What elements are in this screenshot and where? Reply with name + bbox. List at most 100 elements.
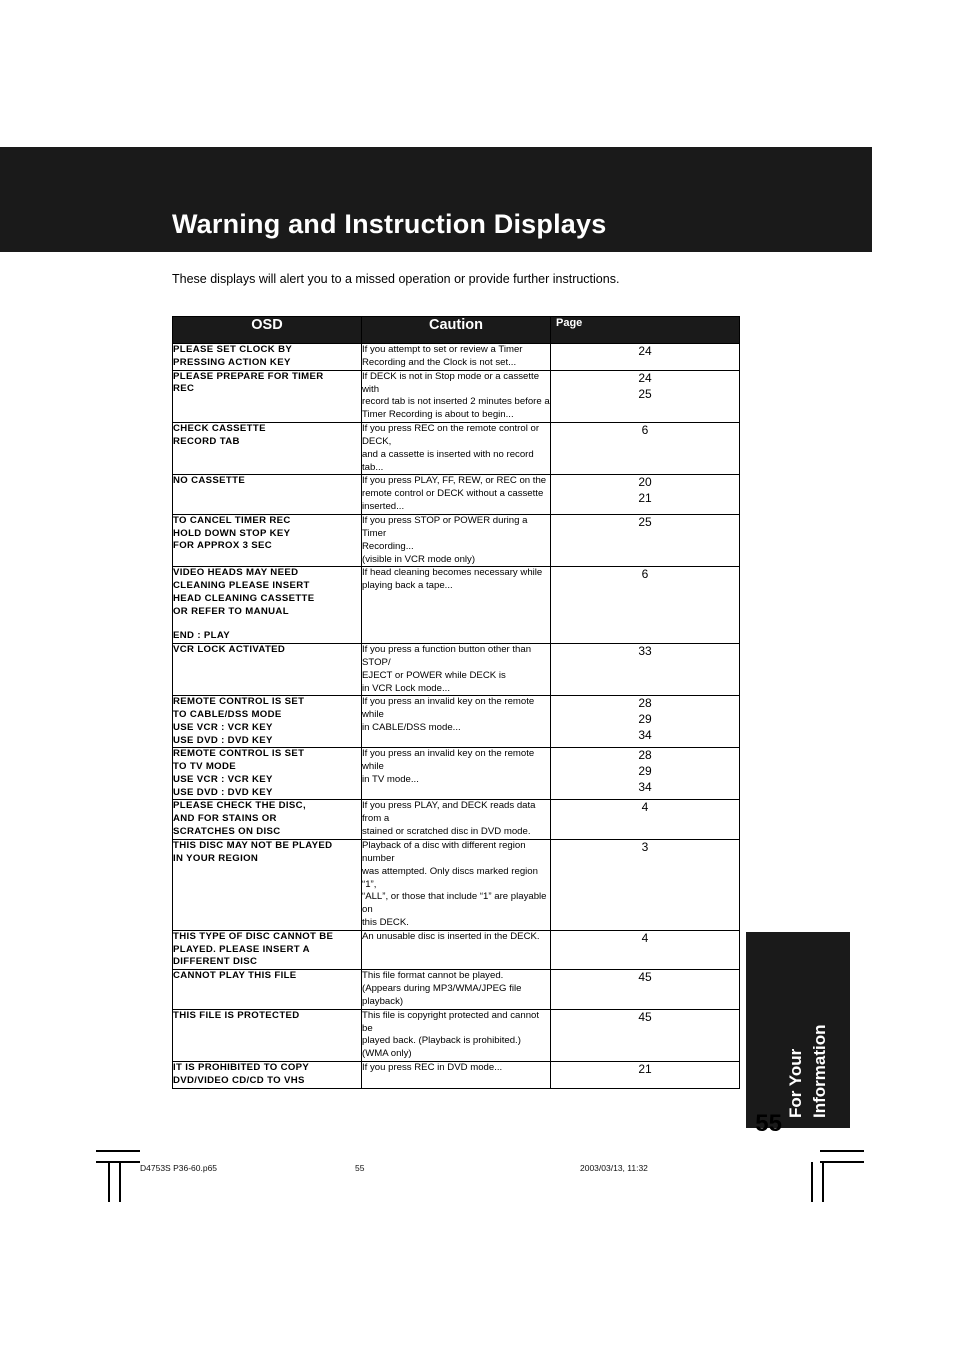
caution-line: If you press REC in DVD mode... <box>362 1062 503 1074</box>
page-reference-line: 29 <box>638 764 652 779</box>
caution-line: and a cassette is inserted with no recor… <box>362 448 534 473</box>
page-reference-line: 25 <box>638 514 652 529</box>
osd-message-line: REC <box>173 383 195 395</box>
page-reference-line: 24 <box>638 370 652 385</box>
osd-message-cell: PLEASE CHECK THE DISC, AND FOR STAINS OR S… <box>172 799 362 840</box>
table-row: PLEASE CHECK THE DISC, AND FOR STAINS OR S… <box>172 799 740 840</box>
page-reference-cell: 6 <box>550 422 740 476</box>
caution-line: If you press a function button other tha… <box>362 644 532 668</box>
osd-message-extra-line: END : PLAY <box>173 630 230 642</box>
side-tab-line-1: For Your <box>786 1048 805 1118</box>
caution-description-cell: If you press an invalid key on the remot… <box>361 747 551 801</box>
page-reference-line: 28 <box>638 748 652 763</box>
page-reference-cell: 20 21 <box>550 474 740 515</box>
osd-message-line: REMOTE CONTROL IS SET <box>173 696 305 708</box>
osd-message-line: HOLD DOWN STOP KEY <box>173 527 291 539</box>
caution-description-cell: If you press PLAY, and DECK reads data f… <box>361 799 551 840</box>
caution-line: (WMA only) <box>362 1048 412 1060</box>
column-header-osd: OSD <box>172 316 362 344</box>
caution-line: If you press an invalid key on the remot… <box>362 696 535 721</box>
crop-mark-bottom-left-horizontal-2 <box>96 1161 140 1163</box>
crop-mark-bottom-right-horizontal-2 <box>820 1161 864 1163</box>
caution-line: (visible in VCR mode only) <box>362 553 476 565</box>
osd-message-line: USE VCR : VCR KEY <box>173 773 273 785</box>
crop-mark-bottom-right-vertical-2 <box>822 1162 824 1202</box>
osd-message-line: OR REFER TO MANUAL <box>173 605 289 617</box>
osd-message-cell: NO CASSETTE <box>172 474 362 515</box>
caution-line: If you attempt to set or review a Timer <box>362 344 523 355</box>
crop-mark-bottom-left-vertical <box>108 1162 110 1202</box>
table-row: CHECK CASSETTE RECORD TAB If you press REC… <box>172 422 740 476</box>
caution-line: in TV mode... <box>362 774 419 786</box>
page-reference-cell: 33 <box>550 643 740 697</box>
caution-line: If you press STOP or POWER during a Time… <box>362 514 528 539</box>
caution-line: This file format cannot be played. <box>362 970 504 982</box>
caution-line: this DECK. <box>362 917 409 929</box>
caution-line: played back. (Playback is prohibited.) <box>362 1035 521 1047</box>
section-side-tab: For Your Information <box>746 932 850 1128</box>
osd-table-container: OSD Caution Page PLEASE SET CLOCK BY PRES… <box>172 316 740 1089</box>
caution-line: If you press PLAY, FF, REW, or REC on th… <box>362 475 547 487</box>
osd-message-line: FOR APPROX 3 SEC <box>173 540 273 552</box>
column-header-caution: Caution <box>361 316 551 344</box>
osd-message-line: PLEASE SET CLOCK BY <box>173 344 293 355</box>
osd-message-line: DIFFERENT DISC <box>173 956 258 968</box>
page-reference-line: 21 <box>638 491 652 506</box>
table-row: REMOTE CONTROL IS SET TO TV MODE USE VCR :… <box>172 747 740 801</box>
table-row: CANNOT PLAY THIS FILE This file format ca… <box>172 969 740 1010</box>
page-reference-cell: 45 <box>550 1008 740 1063</box>
caution-line: Playback of a disc with different region… <box>362 840 526 864</box>
table-row: THIS FILE IS PROTECTED This file is copyr… <box>172 1008 740 1063</box>
table-row: IT IS PROHIBITED TO COPY DVD/VIDEO CD/CD … <box>172 1061 740 1089</box>
caution-description-cell: If you press an invalid key on the remot… <box>361 695 551 749</box>
osd-message-cell: PLEASE SET CLOCK BY PRESSING ACTION KEY <box>172 343 362 371</box>
osd-message-cell: PLEASE PREPARE FOR TIMER REC <box>172 369 362 424</box>
page-reference-line: 4 <box>641 800 649 815</box>
osd-message-line: RECORD TAB <box>173 435 240 447</box>
table-row: NO CASSETTE If you press PLAY, FF, REW, o… <box>172 474 740 515</box>
caution-line: in VCR Lock mode... <box>362 682 450 694</box>
table-header-row: OSD Caution Page <box>172 316 740 344</box>
caution-line: remote control or DECK without a cassett… <box>362 488 544 500</box>
osd-message-line: USE DVD : DVD KEY <box>173 734 273 746</box>
osd-message-line: DVD/VIDEO CD/CD TO VHS <box>173 1074 305 1086</box>
table-row: VIDEO HEADS MAY NEED CLEANING PLEASE INSE… <box>172 566 740 645</box>
osd-message-cell: VIDEO HEADS MAY NEED CLEANING PLEASE INSE… <box>172 566 362 645</box>
crop-mark-bottom-left-vertical-2 <box>119 1162 121 1202</box>
osd-message-cell: IT IS PROHIBITED TO COPY DVD/VIDEO CD/CD … <box>172 1061 362 1089</box>
page-reference-cell: 3 <box>550 839 740 931</box>
page-title: Warning and Instruction Displays <box>172 209 607 239</box>
page-reference-line: 33 <box>638 644 652 659</box>
osd-message-line: PLAYED. PLEASE INSERT A <box>173 943 310 955</box>
caution-description-cell: If DECK is not in Stop mode or a cassett… <box>361 369 551 424</box>
osd-message-line: THIS FILE IS PROTECTED <box>173 1009 300 1021</box>
caution-line: Recording... <box>362 540 414 552</box>
caution-line: record tab is not inserted 2 minutes bef… <box>362 396 550 408</box>
osd-message-line: TO TV MODE <box>173 761 237 773</box>
osd-message-line: PLEASE CHECK THE DISC, <box>173 800 306 812</box>
page-reference-cell: 4 <box>550 799 740 840</box>
caution-line: If DECK is not in Stop mode or a cassett… <box>362 370 540 395</box>
page-reference-cell: 24 <box>550 343 740 371</box>
page-reference-cell: 45 <box>550 969 740 1010</box>
osd-message-line: PRESSING ACTION KEY <box>173 356 291 368</box>
caution-line: If you press REC on the remote control o… <box>362 423 540 447</box>
page-reference-line: 45 <box>638 970 652 985</box>
caution-description-cell: If you press PLAY, FF, REW, or REC on th… <box>361 474 551 515</box>
caution-description-cell: If you press STOP or POWER during a Time… <box>361 513 551 568</box>
page-number: 55 <box>755 1110 782 1137</box>
footer-timestamp: 2003/03/13, 11:32 <box>580 1163 648 1173</box>
page-reference-cell: 24 25 <box>550 369 740 424</box>
osd-table: OSD Caution Page PLEASE SET CLOCK BY PRES… <box>172 316 740 1089</box>
osd-message-line: USE DVD : DVD KEY <box>173 786 273 798</box>
page-reference-line: 4 <box>641 930 649 945</box>
osd-message-line: NO CASSETTE <box>173 475 246 487</box>
page-reference-line: 24 <box>638 344 652 358</box>
page-reference-cell: 28 29 34 <box>550 747 740 801</box>
caution-line: playing back a tape... <box>362 580 453 592</box>
osd-message-line: IT IS PROHIBITED TO COPY <box>173 1062 310 1074</box>
crop-mark-bottom-right-vertical <box>811 1162 813 1202</box>
page-reference-line: 34 <box>638 728 652 743</box>
footer-page: 55 <box>355 1163 365 1173</box>
page-reference-line: 20 <box>638 475 652 490</box>
